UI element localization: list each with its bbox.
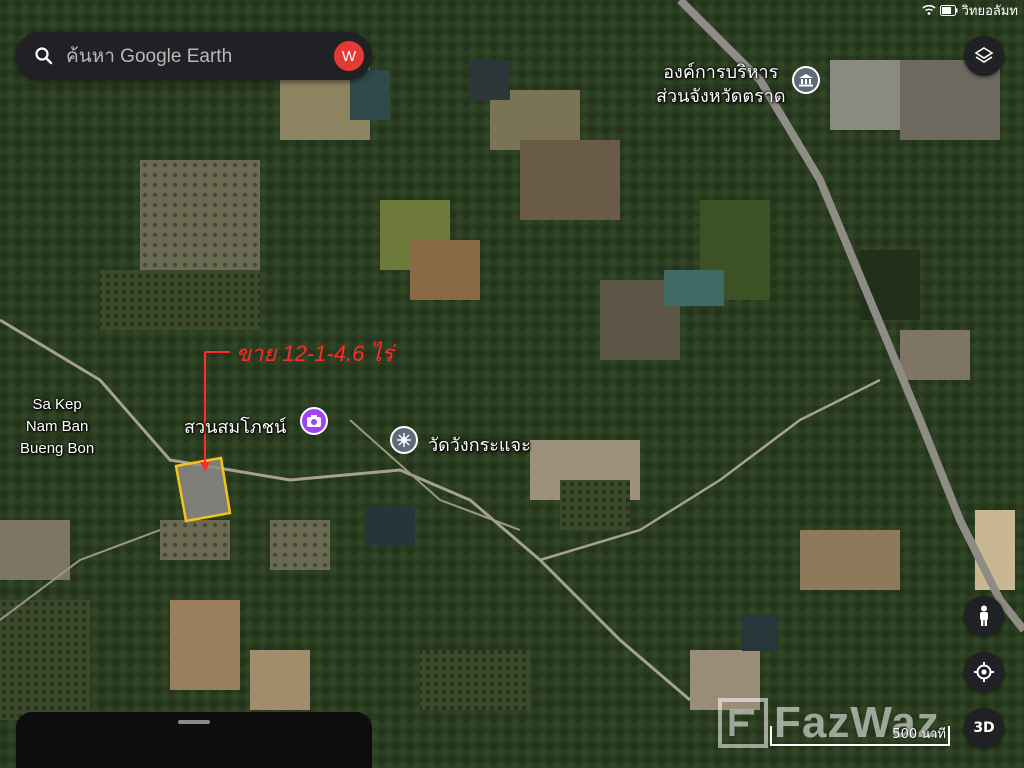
scale-text: 500 นาที xyxy=(892,727,946,742)
avatar[interactable]: W xyxy=(334,41,364,71)
layers-button[interactable] xyxy=(964,36,1004,76)
three-d-button[interactable]: 3D xyxy=(964,708,1004,748)
pegman-icon xyxy=(980,605,988,626)
org-poi-marker[interactable] xyxy=(792,66,820,94)
org-poi-icon xyxy=(799,74,813,87)
search-bar[interactable]: ค้นหา Google Earth W xyxy=(16,32,372,80)
search-input[interactable]: ค้นหา Google Earth xyxy=(66,41,334,71)
garden-label: สวนสมโภชน์ xyxy=(184,417,287,437)
my-location-button[interactable] xyxy=(964,652,1004,692)
temple-poi-icon xyxy=(397,433,411,447)
street-view-button[interactable] xyxy=(964,596,1004,636)
sale-annotation-text: ขาย 12-1-4.6 ไร่ xyxy=(236,341,394,366)
garden-camera-icon xyxy=(307,415,321,427)
place-label: Sa Kep Nam Ban Bueng Bon xyxy=(20,394,94,460)
garden-poi-marker[interactable] xyxy=(300,407,328,435)
sheet-drag-handle[interactable] xyxy=(178,720,210,724)
status-carrier-text: วิทยอลัมท xyxy=(961,3,1018,19)
layers-icon xyxy=(974,47,994,63)
place-label-line2: Nam Ban xyxy=(25,418,89,435)
status-bar: วิทยอลัมท xyxy=(922,0,1018,20)
org-label-line2: ส่วนจังหวัดตราด xyxy=(656,86,786,106)
place-label-line1: Sa Kep xyxy=(32,396,82,413)
temple-poi-marker[interactable] xyxy=(390,426,418,454)
battery-icon xyxy=(939,4,958,16)
scale-bar: 500 นาที xyxy=(770,726,950,746)
search-icon xyxy=(35,47,53,65)
bottom-sheet[interactable] xyxy=(16,712,372,768)
temple-label: วัดวังกระแจะ xyxy=(428,435,531,455)
org-label-line1: องค์การบริหาร xyxy=(663,62,779,82)
satellite-map[interactable] xyxy=(0,0,1024,768)
fazwaz-logo xyxy=(718,698,768,748)
org-label: องค์การบริหาร ส่วนจังหวัดตราด xyxy=(656,60,786,108)
my-location-icon xyxy=(974,662,994,682)
wifi-icon xyxy=(922,4,936,15)
place-label-line3: Bueng Bon xyxy=(20,440,95,457)
